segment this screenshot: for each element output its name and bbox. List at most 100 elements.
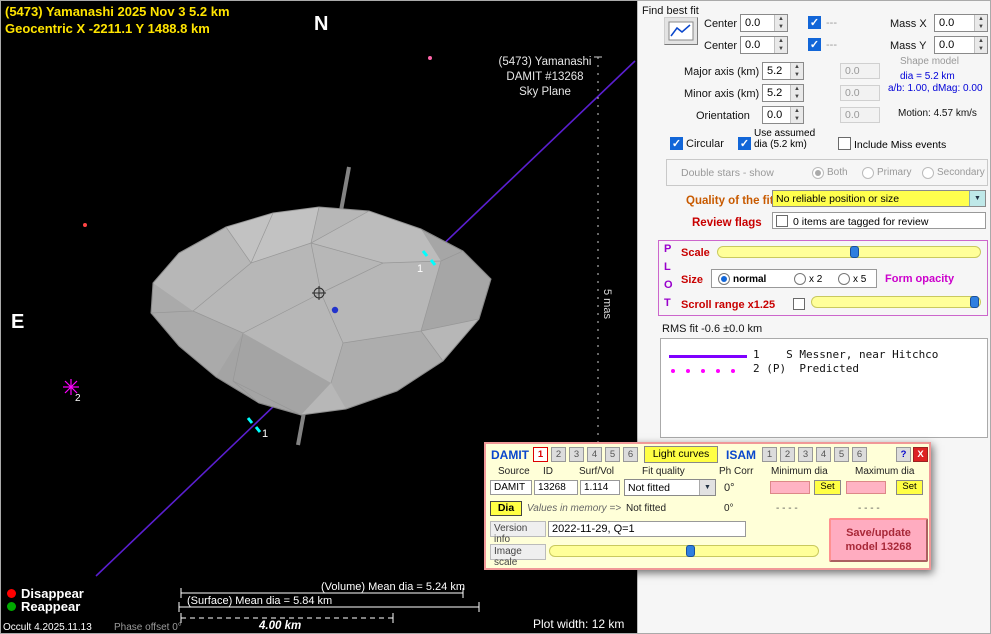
spinner-arrows-icon[interactable]	[790, 85, 803, 101]
double-stars-secondary-label: Secondary	[937, 167, 985, 178]
plot-width-label: Plot width: 12 km	[533, 617, 624, 631]
max-dia-field[interactable]	[846, 481, 886, 494]
circular-label: Circular	[686, 138, 724, 150]
double-stars-both-radio[interactable]	[812, 167, 824, 179]
sky-caption-line2: DAMIT #13268	[493, 70, 597, 85]
spinner-arrows-icon[interactable]	[790, 63, 803, 79]
spinner-arrows-icon[interactable]	[974, 37, 987, 53]
scroll-range-slider-handle[interactable]	[970, 296, 979, 308]
col-min-dia-header: Minimum dia	[771, 466, 828, 477]
ab-dmag-info-label: a/b: 1.00, dMag: 0.00	[888, 83, 983, 94]
source-field[interactable]: DAMIT	[490, 480, 532, 495]
center-y-spinner[interactable]: 0.0	[740, 36, 788, 54]
major-axis-spinner[interactable]: 5.2	[762, 62, 804, 80]
scroll-range-checkbox[interactable]	[793, 298, 805, 310]
center-x-spinner[interactable]: 0.0	[740, 14, 788, 32]
center-x-checkbox[interactable]	[808, 16, 821, 29]
spinner-arrows-icon[interactable]	[774, 15, 787, 31]
quality-of-fit-value: No reliable position or size	[773, 191, 969, 206]
isam-tab-2[interactable]: 2	[780, 447, 795, 462]
save-update-model-button[interactable]: Save/update model 13268	[829, 518, 928, 562]
double-stars-label: Double stars - show	[681, 167, 774, 179]
field-star-red-dot	[83, 223, 87, 227]
review-flags-label: Review flags	[692, 217, 762, 229]
center-y-value: 0.0	[741, 37, 774, 53]
min-dia-set-button[interactable]: Set	[814, 480, 841, 495]
scroll-range-slider[interactable]	[811, 296, 981, 308]
image-scale-label: Image scale	[490, 544, 546, 560]
isam-title: ISAM	[726, 448, 756, 462]
chord-1-label-2: 1	[262, 428, 268, 440]
memory-fit-quality: Not fitted	[626, 503, 666, 514]
dropdown-arrow-icon[interactable]	[699, 480, 715, 495]
damit-shape-model-panel: DAMIT 1 2 3 4 5 6 Light curves ISAM 1 2 …	[484, 442, 931, 570]
double-stars-primary-radio[interactable]	[862, 167, 874, 179]
mass-y-spinner[interactable]: 0.0	[934, 36, 988, 54]
scale-slider[interactable]	[717, 246, 981, 258]
size-options-box: normal x 2 x 5	[711, 269, 877, 288]
memory-max-dia: - - - -	[858, 503, 880, 514]
quality-of-fit-dropdown[interactable]: No reliable position or size	[772, 190, 986, 207]
isam-tab-3[interactable]: 3	[798, 447, 813, 462]
max-dia-set-button[interactable]: Set	[896, 480, 923, 495]
circular-checkbox[interactable]	[670, 137, 683, 150]
review-flags-checkbox[interactable]	[776, 215, 788, 227]
major-axis-label: Major axis (km)	[684, 66, 759, 78]
scale-slider-handle[interactable]	[850, 246, 859, 258]
col-id-header: ID	[543, 466, 553, 477]
quality-of-fit-label: Quality of the fit	[686, 195, 774, 207]
isam-tab-1[interactable]: 1	[762, 447, 777, 462]
image-scale-slider[interactable]	[549, 545, 819, 557]
size-normal-radio[interactable]	[718, 273, 730, 285]
damit-tab-5[interactable]: 5	[605, 447, 620, 462]
chord-1-legend-line	[669, 355, 747, 358]
help-button[interactable]: ?	[896, 447, 911, 462]
fit-quality-dropdown[interactable]: Not fitted	[624, 479, 716, 496]
event-header-line2: Geocentric X -2211.1 Y 1488.8 km	[5, 21, 210, 36]
spinner-arrows-icon[interactable]	[974, 15, 987, 31]
use-assumed-dia-checkbox[interactable]	[738, 137, 751, 150]
size-label: Size	[681, 274, 703, 286]
damit-tab-2[interactable]: 2	[551, 447, 566, 462]
min-dia-field[interactable]	[770, 481, 810, 494]
light-curves-button[interactable]: Light curves	[644, 446, 718, 463]
damit-tab-6[interactable]: 6	[623, 447, 638, 462]
orientation-spinner[interactable]: 0.0	[762, 106, 804, 124]
image-scale-slider-handle[interactable]	[686, 545, 695, 557]
isam-tab-5[interactable]: 5	[834, 447, 849, 462]
reappear-dot-icon	[7, 602, 16, 611]
double-stars-secondary-radio[interactable]	[922, 167, 934, 179]
spinner-arrows-icon[interactable]	[774, 37, 787, 53]
surfvol-field[interactable]: 1.114	[580, 480, 620, 495]
version-info-label: Version info	[490, 521, 546, 537]
field-star-pink-dot	[428, 56, 432, 60]
dia-info-label: dia = 5.2 km	[900, 71, 955, 82]
memory-min-dia: - - - -	[776, 503, 798, 514]
isam-tab-6[interactable]: 6	[852, 447, 867, 462]
sky-plane-caption: (5473) Yamanashi DAMIT #13268 Sky Plane	[493, 55, 597, 100]
damit-tab-4[interactable]: 4	[587, 447, 602, 462]
isam-tab-4[interactable]: 4	[816, 447, 831, 462]
plot-groupbox: P L O T Scale Size normal x 2 x 5 Form o…	[658, 240, 988, 316]
size-x2-radio[interactable]	[794, 273, 806, 285]
double-stars-both-label: Both	[827, 167, 848, 178]
major-axis-alt-field: 0.0	[840, 63, 880, 79]
include-miss-label: Include Miss events	[854, 139, 946, 151]
occult-window: (5473) Yamanashi 2025 Nov 3 5.2 km Geoce…	[0, 0, 991, 634]
minor-axis-spinner[interactable]: 5.2	[762, 84, 804, 102]
damit-tab-1[interactable]: 1	[533, 447, 548, 462]
find-best-fit-button[interactable]	[664, 17, 698, 45]
rms-fit-label: RMS fit -0.6 ±0.0 km	[662, 323, 762, 335]
dia-button[interactable]: Dia	[490, 501, 522, 516]
include-miss-checkbox[interactable]	[838, 137, 851, 150]
dropdown-arrow-icon[interactable]	[969, 191, 985, 206]
model-id-field[interactable]: 13268	[534, 480, 578, 495]
mass-x-spinner[interactable]: 0.0	[934, 14, 988, 32]
version-info-field[interactable]: 2022-11-29, Q=1	[548, 521, 746, 537]
size-x5-radio[interactable]	[838, 273, 850, 285]
damit-tab-3[interactable]: 3	[569, 447, 584, 462]
mass-y-label: Mass Y	[890, 40, 926, 52]
close-button[interactable]: X	[913, 447, 928, 462]
spinner-arrows-icon[interactable]	[790, 107, 803, 123]
center-y-checkbox[interactable]	[808, 38, 821, 51]
